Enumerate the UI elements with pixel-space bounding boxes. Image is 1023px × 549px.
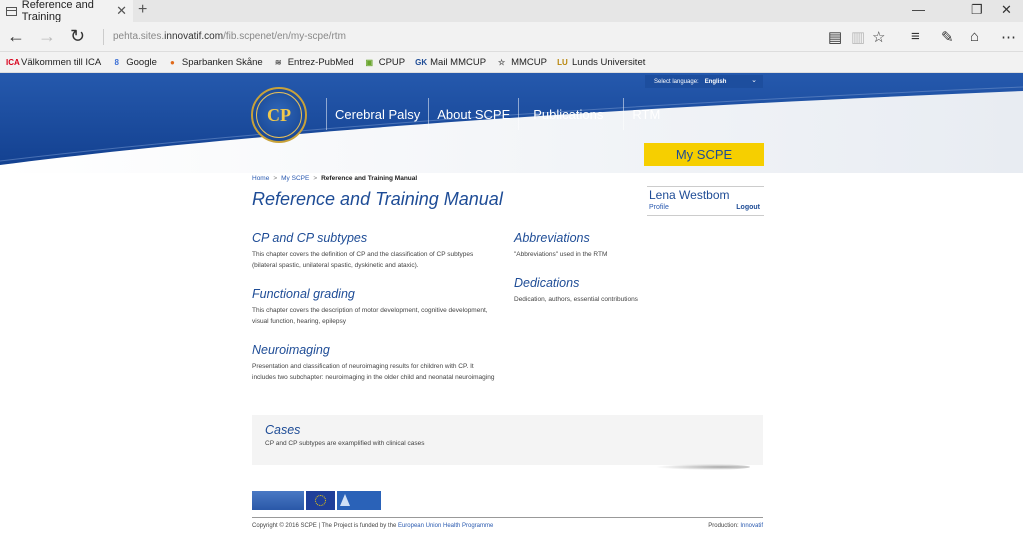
star-icon: ☆: [497, 57, 506, 67]
page-icon: [6, 6, 17, 16]
section-cp-subtypes: CP and CP subtypes This chapter covers t…: [252, 231, 497, 271]
section-description: This chapter covers the definition of CP…: [252, 251, 474, 269]
browser-tab-bar: Reference and Training ✕ + — ❐ ✕: [0, 0, 1023, 23]
favorite-star-icon[interactable]: ☆: [872, 28, 885, 46]
language-selector[interactable]: Select language: English ⌄: [645, 75, 763, 88]
favorite-label: Google: [126, 56, 157, 68]
reading-view-icon[interactable]: ▤: [828, 28, 842, 46]
section-abbreviations: Abbreviations "Abbreviations" used in th…: [514, 231, 759, 260]
user-panel: Lena Westbom Profile Logout: [647, 186, 764, 216]
copyright-text: Copyright © 2016 SCPE | The Project is f…: [252, 523, 398, 529]
user-name: Lena Westbom: [649, 188, 730, 202]
favorite-item[interactable]: ☆ MMCUP: [496, 57, 547, 68]
section-title-link[interactable]: Neuroimaging: [252, 343, 497, 357]
section-description: Presentation and classification of neuro…: [252, 363, 495, 381]
favorite-label: Välkommen till ICA: [21, 56, 102, 68]
sparbanken-icon: ●: [169, 57, 175, 67]
breadcrumb-my-scpe[interactable]: My SCPE: [281, 175, 309, 182]
favorite-item[interactable]: LU Lunds Universitet: [557, 57, 645, 68]
logout-link[interactable]: Logout: [736, 204, 760, 211]
cases-description: CP and CP subtypes are examplified with …: [265, 440, 425, 447]
section-title-link[interactable]: Dedications: [514, 276, 759, 290]
section-neuroimaging: Neuroimaging Presentation and classifica…: [252, 343, 497, 383]
favorite-label: Sparbanken Skåne: [181, 56, 263, 68]
my-scpe-button[interactable]: My SCPE: [644, 143, 764, 166]
breadcrumb-current: Reference and Training Manual: [321, 175, 418, 182]
main-navigation: Cerebral Palsy About SCPE Publications R…: [326, 98, 668, 130]
breadcrumb: Home > My SCPE > Reference and Training Manu…: [252, 175, 418, 182]
eu-flag-logo[interactable]: [306, 491, 335, 510]
web-page: Select language: English ⌄ CP Cerebral P…: [0, 73, 1023, 549]
health-programme-logo[interactable]: [252, 491, 304, 510]
language-label: Select language:: [654, 78, 699, 85]
chevron-down-icon: ⌄: [751, 77, 757, 84]
favorites-bar: ICA Välkommen till ICA 8 Google ● Sparbanken …: [0, 52, 1023, 73]
cpup-icon: ▣: [365, 57, 373, 67]
footer: Copyright © 2016 SCPE | The Project is f…: [252, 523, 763, 529]
minimize-icon[interactable]: —: [912, 2, 925, 17]
nav-about-scpe[interactable]: About SCPE: [428, 98, 518, 130]
language-value: English: [704, 78, 727, 85]
profile-link[interactable]: Profile: [649, 204, 669, 211]
browser-tab[interactable]: Reference and Training ✕: [0, 0, 133, 23]
favorite-label: Lunds Universitet: [571, 56, 646, 68]
page-title: Reference and Training Manual: [252, 189, 503, 209]
pubmed-icon: ≋: [274, 57, 282, 67]
favorite-item[interactable]: ▣ CPUP: [364, 57, 405, 68]
section-description: "Abbreviations" used in the RTM: [514, 251, 608, 258]
favorite-item[interactable]: ● Sparbanken Skåne: [167, 57, 263, 68]
section-title-link[interactable]: CP and CP subtypes: [252, 231, 497, 245]
section-dedications: Dedications Dedication, authors, essenti…: [514, 276, 759, 305]
section-functional-grading: Functional grading This chapter covers t…: [252, 287, 497, 327]
favorite-label: Mail MMCUP: [430, 56, 487, 68]
ica-icon: ICA: [6, 57, 20, 67]
decorative-shadow: [655, 464, 750, 470]
favorite-item[interactable]: ICA Välkommen till ICA: [6, 57, 101, 68]
refresh-icon[interactable]: ↻: [70, 26, 85, 47]
production-credit: Production: Innovatif: [708, 523, 763, 529]
more-icon[interactable]: ⋯: [1001, 28, 1016, 46]
google-icon: 8: [114, 57, 119, 67]
nav-publications[interactable]: Publications: [518, 98, 623, 130]
back-icon[interactable]: ←: [7, 26, 25, 47]
mail-icon: GK: [415, 57, 428, 67]
favorite-label: Entrez-PubMed: [287, 56, 354, 68]
share-icon[interactable]: ⌂: [970, 28, 979, 45]
close-tab-icon[interactable]: ✕: [116, 3, 127, 19]
close-window-icon[interactable]: ✕: [1001, 2, 1012, 18]
reading-list-icon[interactable]: ▥: [851, 28, 865, 46]
executive-agency-logo[interactable]: [337, 491, 381, 510]
lund-icon: LU: [557, 57, 568, 67]
breadcrumb-home[interactable]: Home: [252, 175, 269, 182]
favorite-item[interactable]: ≋ Entrez-PubMed: [273, 57, 354, 68]
web-note-icon[interactable]: ✎: [941, 28, 954, 46]
section-title-link[interactable]: Functional grading: [252, 287, 497, 301]
funder-link[interactable]: European Union Health Programme: [398, 523, 493, 529]
section-description: Dedication, authors, essential contribut…: [514, 296, 638, 303]
site-header-banner: Select language: English ⌄ CP Cerebral P…: [0, 73, 1023, 173]
cases-title-link[interactable]: Cases: [265, 423, 750, 437]
restore-icon[interactable]: ❐: [971, 2, 983, 18]
favorite-item[interactable]: GK Mail MMCUP: [415, 57, 486, 68]
producer-link[interactable]: Innovatif: [740, 523, 763, 529]
favorite-label: MMCUP: [511, 56, 547, 68]
nav-cerebral-palsy[interactable]: Cerebral Palsy: [326, 98, 428, 130]
url-field[interactable]: pehta.sites.innovatif.com/fib.scpenet/en…: [113, 31, 346, 42]
favorite-item[interactable]: 8 Google: [111, 57, 157, 68]
scpe-logo[interactable]: CP: [251, 87, 307, 143]
cases-box: Cases CP and CP subtypes are examplified…: [252, 415, 763, 465]
section-title-link[interactable]: Abbreviations: [514, 231, 759, 245]
funding-logos: [252, 491, 381, 510]
nav-rtm[interactable]: RTM: [623, 98, 668, 130]
hub-icon[interactable]: ≡: [911, 28, 920, 45]
new-tab-icon[interactable]: +: [138, 1, 147, 19]
forward-icon[interactable]: →: [38, 26, 56, 47]
favorite-label: CPUP: [378, 56, 406, 68]
section-description: This chapter covers the description of m…: [252, 307, 488, 325]
address-bar: ← → ↻ pehta.sites.innovatif.com/fib.scpe…: [0, 22, 1023, 52]
